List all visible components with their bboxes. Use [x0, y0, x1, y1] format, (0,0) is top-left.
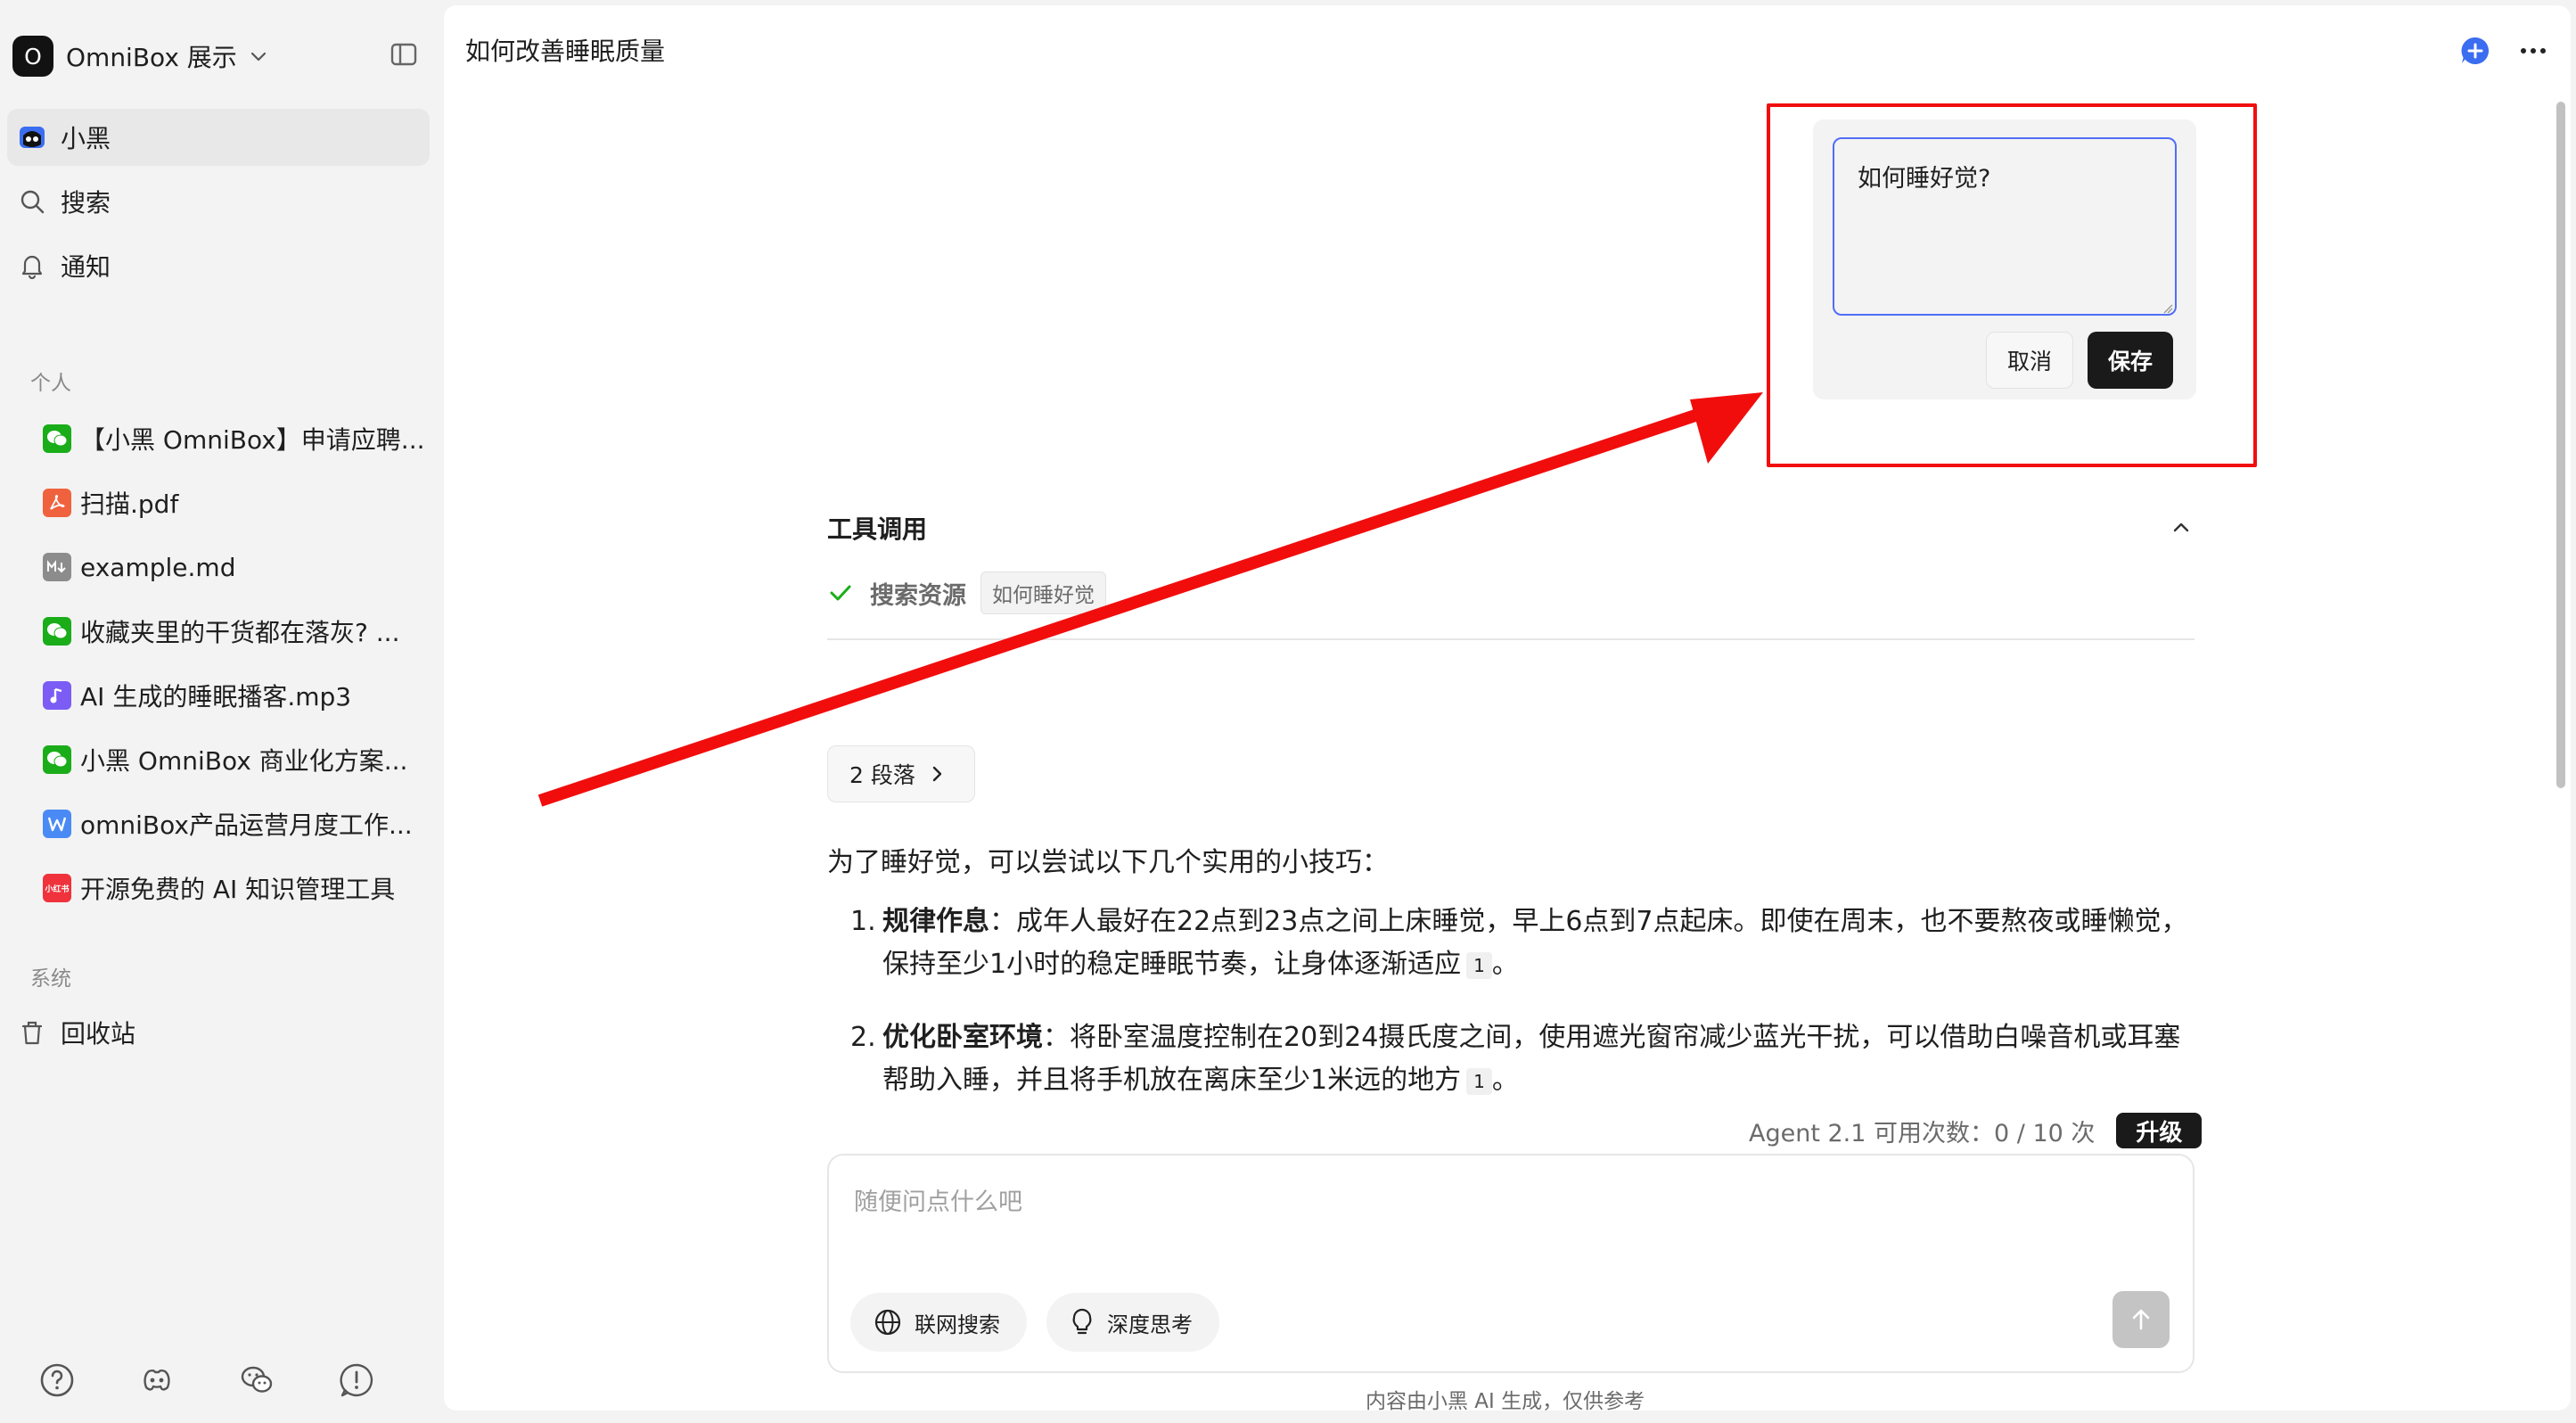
doc-label: example.md: [80, 552, 236, 582]
item-title: 优化卧室环境: [882, 1022, 1043, 1053]
section-label-system: 系统: [30, 967, 71, 991]
nav-item-notifications[interactable]: 通知: [7, 237, 430, 294]
quota-bar: Agent 2.1 可用次数：0 / 10 次 升级: [1749, 1111, 2203, 1150]
doc-item[interactable]: 收藏夹里的干货都在落灰? ...: [43, 605, 430, 658]
sidebar-footer: [39, 1362, 374, 1398]
nav-item-trash[interactable]: 回收站: [7, 1004, 430, 1061]
doc-label: 【小黑 OmniBox】申请应聘...: [80, 425, 425, 455]
doc-label: 开源免费的 AI 知识管理工具: [80, 875, 396, 904]
workspace-name: OmniBox 展示: [66, 43, 237, 72]
edit-question-card: 取消 保存: [1813, 119, 2196, 399]
chat-main: 如何改善睡眠质量 取消 保存 工具调用 搜索资源 如何睡好觉 2 段落 为了睡好…: [444, 5, 2571, 1413]
doc-item[interactable]: 小黑 OmniBox 商业化方案...: [43, 733, 430, 786]
web-search-toggle[interactable]: 联网搜索: [850, 1293, 1027, 1352]
section-label-personal: 个人: [30, 372, 71, 395]
search-icon: [18, 187, 46, 216]
deep-think-label: 深度思考: [1107, 1312, 1193, 1337]
chat-input[interactable]: [854, 1175, 2164, 1229]
tool-name: 搜索资源: [870, 581, 966, 610]
help-icon[interactable]: [39, 1362, 75, 1398]
chevron-right-icon: [932, 766, 942, 782]
paragraphs-button[interactable]: 2 段落: [827, 745, 975, 802]
discord-icon[interactable]: [139, 1362, 175, 1398]
divider: [827, 638, 2195, 640]
item-end: 。: [1491, 949, 1519, 980]
wechat-icon: [43, 424, 71, 453]
lightbulb-icon: [1072, 1308, 1092, 1335]
answer-list-item: 1. 规律作息：成年人最好在22点到23点之间上床睡觉，早上6点到7点起床。即使…: [850, 901, 2205, 986]
save-button[interactable]: 保存: [2088, 332, 2173, 389]
mascot-icon: [18, 123, 46, 152]
item-end: 。: [1491, 1065, 1519, 1096]
item-text: ：将卧室温度控制在20到24摄氏度之间，使用遮光窗帘减少蓝光干扰，可以借助白噪音…: [882, 1022, 2181, 1096]
item-title: 规律作息: [882, 906, 989, 937]
quota-text: Agent 2.1 可用次数：0 / 10 次: [1749, 1119, 2096, 1147]
doc-label: AI 生成的睡眠播客.mp3: [80, 682, 352, 712]
wechat-icon[interactable]: [239, 1362, 275, 1398]
arrow-up-icon: [2132, 1309, 2150, 1330]
doc-label: 小黑 OmniBox 商业化方案...: [80, 746, 408, 776]
doc-label: 扫描.pdf: [80, 489, 179, 519]
doc-item[interactable]: example.md: [43, 540, 430, 594]
word-icon: [43, 810, 71, 838]
bell-icon: [18, 251, 46, 280]
chevron-down-icon: [250, 52, 266, 62]
edit-question-input[interactable]: [1833, 137, 2177, 316]
check-icon: [830, 585, 851, 601]
resize-grip-icon[interactable]: [2162, 303, 2173, 314]
wechat-icon: [43, 745, 71, 774]
workspace-logo: O: [12, 36, 53, 77]
nav-item-label: 回收站: [61, 1019, 136, 1049]
cancel-button[interactable]: 取消: [1986, 332, 2073, 389]
trash-icon: [18, 1018, 46, 1047]
page-title: 如何改善睡眠质量: [465, 37, 666, 66]
answer-intro: 为了睡好觉，可以尝试以下几个实用的小技巧：: [827, 847, 1389, 878]
wechat-icon: [43, 617, 71, 646]
item-text: ：成年人最好在22点到23点之间上床睡觉，早上6点到7点起床。即使在周末，也不要…: [882, 906, 2188, 980]
tool-call-header: 工具调用: [827, 514, 928, 544]
chevron-up-icon[interactable]: [2168, 514, 2195, 540]
feedback-icon[interactable]: [339, 1362, 374, 1398]
nav-item-xiaohei[interactable]: 小黑: [7, 109, 430, 166]
pdf-icon: [43, 489, 71, 517]
doc-label: 收藏夹里的干货都在落灰? ...: [80, 618, 400, 647]
tool-call-item: 搜索资源 如何睡好觉: [827, 572, 1106, 614]
composer: 联网搜索 深度思考: [827, 1154, 2195, 1373]
list-number: 1.: [850, 906, 876, 937]
upgrade-button[interactable]: 升级: [2116, 1113, 2203, 1148]
globe-icon: [874, 1309, 901, 1336]
citation-badge[interactable]: 1: [1466, 951, 1492, 979]
doc-item[interactable]: 小红书 开源免费的 AI 知识管理工具: [43, 861, 430, 915]
doc-label: omniBox产品运营月度工作...: [80, 810, 413, 840]
sidebar-toggle-icon[interactable]: [389, 39, 419, 70]
doc-item[interactable]: 【小黑 OmniBox】申请应聘...: [43, 412, 430, 465]
doc-item[interactable]: AI 生成的睡眠播客.mp3: [43, 669, 430, 722]
scrollbar[interactable]: [2556, 102, 2565, 788]
doc-item[interactable]: 扫描.pdf: [43, 476, 430, 530]
markdown-icon: [43, 553, 71, 581]
xiaohongshu-icon: 小红书: [43, 874, 71, 902]
citation-badge[interactable]: 1: [1466, 1067, 1492, 1095]
deep-think-toggle[interactable]: 深度思考: [1046, 1293, 1219, 1352]
nav-item-label: 小黑: [61, 124, 111, 153]
paragraphs-button-label: 2 段落: [849, 762, 915, 788]
workspace-switcher[interactable]: O OmniBox 展示: [12, 34, 269, 78]
answer-list-item: 2. 优化卧室环境：将卧室温度控制在20到24摄氏度之间，使用遮光窗帘减少蓝光干…: [850, 1016, 2205, 1102]
send-button[interactable]: [2112, 1291, 2170, 1348]
web-search-label: 联网搜索: [915, 1312, 1000, 1337]
ai-disclaimer: 内容由小黑 AI 生成，仅供参考: [1366, 1390, 1645, 1413]
sidebar: O OmniBox 展示 小黑 搜索 通知 个人 【小黑 OmniBox】申请应…: [0, 0, 444, 1423]
list-number: 2.: [850, 1022, 876, 1053]
nav-item-label: 通知: [61, 252, 111, 282]
doc-item[interactable]: omniBox产品运营月度工作...: [43, 797, 430, 851]
tool-query-tag: 如何睡好觉: [980, 572, 1106, 614]
nav-item-label: 搜索: [61, 188, 111, 218]
audio-icon: [43, 681, 71, 710]
more-icon[interactable]: [2517, 36, 2549, 66]
new-chat-icon[interactable]: [2460, 36, 2490, 66]
nav-item-search[interactable]: 搜索: [7, 173, 430, 230]
